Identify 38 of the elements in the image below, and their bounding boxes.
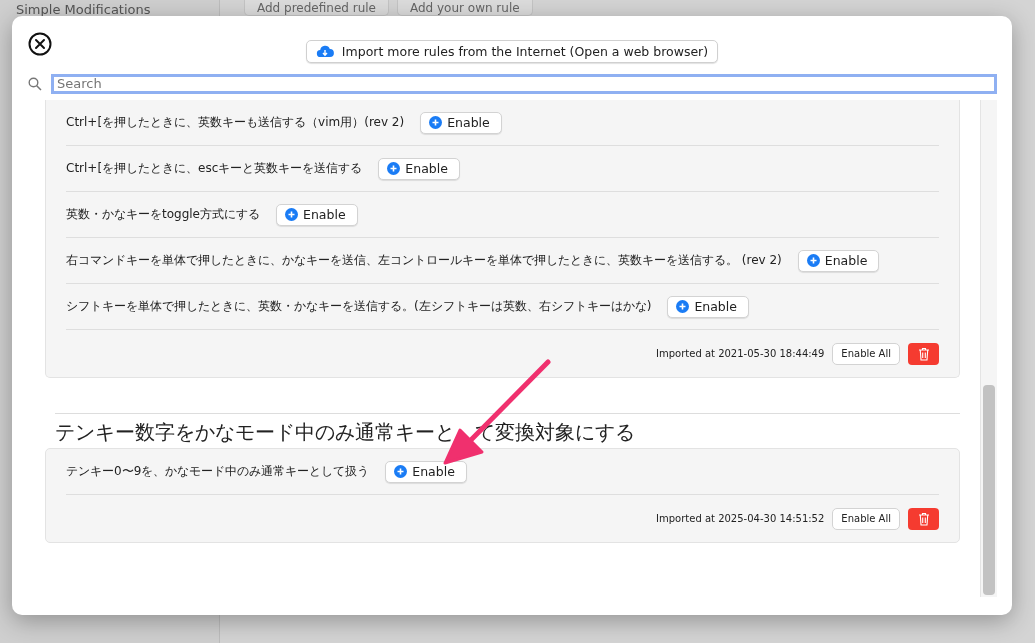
- search-field[interactable]: Search: [51, 73, 997, 94]
- import-date: Imported at 2025-04-30 14:51:52: [656, 513, 825, 524]
- group-title: テンキー数字をかなモード中のみ通常キーと: [55, 419, 455, 445]
- delete-button[interactable]: [908, 342, 939, 365]
- sidebar-title: Simple Modifications: [16, 2, 151, 17]
- delete-button[interactable]: [908, 507, 939, 530]
- import-date: Imported at 2021-05-30 18:44:49: [656, 348, 825, 359]
- toolbar-button[interactable]: Add your own rule: [396, 0, 533, 16]
- search-icon: [28, 76, 42, 91]
- plus-icon: [387, 162, 401, 175]
- enable-all-button[interactable]: Enable All: [832, 342, 900, 365]
- trash-icon: [917, 511, 930, 526]
- rule-description: Ctrl+[を押したときに、英数キーも送信する（vim用）(rev 2): [66, 114, 405, 131]
- enable-button[interactable]: Enable: [378, 157, 460, 180]
- close-button[interactable]: [27, 31, 53, 57]
- enable-button[interactable]: Enable: [420, 111, 502, 134]
- close-icon: [28, 32, 52, 56]
- enable-button[interactable]: Enable: [385, 460, 467, 483]
- enable-button[interactable]: Enable: [276, 203, 358, 226]
- rule-description: テンキー0〜9を、かなモード中のみ通常キーとして扱う: [66, 463, 370, 480]
- rule-description: シフトキーを単体で押したときに、英数・かなキーを送信する。(左シフトキーは英数、右シフトキーはかな): [66, 298, 652, 315]
- scrollbar[interactable]: [980, 100, 997, 597]
- plus-icon: [676, 300, 690, 313]
- enable-all-button[interactable]: Enable All: [832, 507, 900, 530]
- plus-icon: [394, 465, 408, 478]
- enable-button[interactable]: Enable: [667, 295, 749, 318]
- scrollbar-thumb[interactable]: [983, 385, 995, 595]
- cloud-download-icon: [315, 43, 334, 60]
- enable-button[interactable]: Enable: [797, 249, 880, 272]
- plus-icon: [806, 254, 820, 267]
- toolbar-button[interactable]: Add predefined rule: [244, 0, 389, 16]
- rule-description: 英数・かなキーをtoggle方式にする: [66, 206, 260, 223]
- plus-icon: [429, 116, 443, 129]
- plus-icon: [285, 208, 298, 221]
- trash-icon: [917, 346, 930, 361]
- rule-description: 右コマンドキーを単体で押したときに、かなキーを送信、左コントロールキーを単体で押したときに、英数キーを送信する。 (rev 2): [66, 252, 782, 269]
- rule-description: Ctrl+[を押したときに、escキーと英数キーを送信する: [66, 160, 363, 177]
- import-button[interactable]: Import more rules from the Internet (Open a web browser): [305, 40, 719, 63]
